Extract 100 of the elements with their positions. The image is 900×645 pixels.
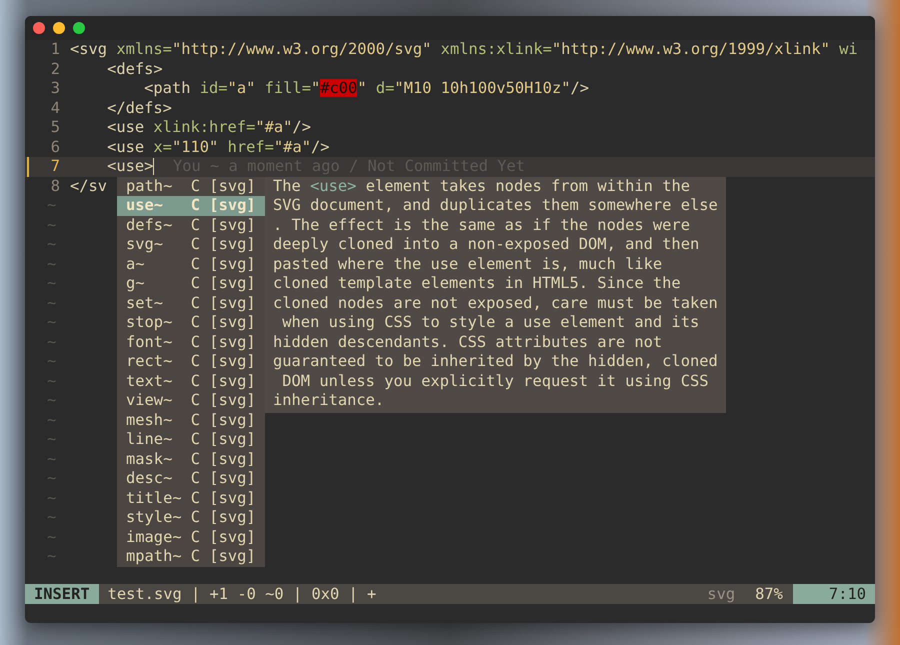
completion-item[interactable]: text~ C [svg] <box>117 372 265 391</box>
completion-word: mpath~ <box>126 547 183 566</box>
completion-word: stop~ <box>126 313 174 332</box>
completion-kind: C <box>190 488 202 508</box>
completion-source: [svg] <box>209 508 256 528</box>
completion-kind: C <box>190 528 202 547</box>
empty-line-marker: ~ <box>46 254 56 274</box>
completion-word: line~ <box>126 430 174 450</box>
completion-item[interactable]: g~ C [svg] <box>117 274 265 294</box>
completion-word: mesh~ <box>126 410 174 430</box>
completion-word: rect~ <box>126 352 174 372</box>
empty-line-marker: ~ <box>46 235 56 254</box>
completion-kind: C <box>190 332 202 352</box>
completion-item[interactable]: set~ C [svg] <box>117 294 265 313</box>
completion-word: title~ <box>126 488 183 508</box>
completion-word: text~ <box>126 372 174 391</box>
completion-word: path~ <box>126 176 174 196</box>
completion-kind: C <box>190 254 202 274</box>
line-number: 5 <box>50 118 61 138</box>
code-line: </sv <box>70 176 108 196</box>
completion-source: [svg] <box>209 235 256 254</box>
line-number: 2 <box>50 60 61 79</box>
completion-item[interactable]: font~ C [svg] <box>117 332 265 352</box>
mode-indicator: INSERT <box>25 584 99 604</box>
empty-line-marker: ~ <box>46 294 56 313</box>
window-close-button[interactable] <box>33 22 45 34</box>
completion-source: [svg] <box>209 391 256 410</box>
completion-item[interactable]: desc~ C [svg] <box>117 469 265 488</box>
empty-line-marker: ~ <box>46 391 56 410</box>
completion-item[interactable]: view~ C [svg] <box>117 391 265 410</box>
completion-source: [svg] <box>209 274 256 294</box>
completion-kind: C <box>190 450 202 469</box>
code-line: </defs> <box>106 98 172 118</box>
completion-word: desc~ <box>126 469 174 488</box>
completion-source: [svg] <box>209 196 256 216</box>
code-line: <path id="a" fill="#c00" d="M10 10h100v50H10z"/> <box>143 79 590 98</box>
completion-item[interactable]: mesh~ C [svg] <box>117 410 265 430</box>
completion-item[interactable]: line~ C [svg] <box>117 430 265 450</box>
completion-kind: C <box>190 508 202 528</box>
completion-source: [svg] <box>209 352 256 372</box>
completion-item[interactable]: style~ C [svg] <box>117 508 265 528</box>
completion-kind: C <box>190 469 202 488</box>
empty-line-marker: ~ <box>46 430 56 450</box>
completion-kind: C <box>190 274 202 294</box>
empty-line-marker: ~ <box>46 488 56 508</box>
empty-line-marker: ~ <box>46 332 56 352</box>
filetype-label: svg <box>707 584 736 604</box>
code-line: <svg xmlns="http://www.w3.org/2000/svg" xmlns:xlink="http://www.w3.org/1999/xlink" wi <box>70 40 858 60</box>
empty-line-marker: ~ <box>46 508 56 528</box>
cursor-position: 7:10 <box>792 584 875 604</box>
completion-kind: C <box>190 410 202 430</box>
completion-kind: C <box>190 196 202 216</box>
completion-source: [svg] <box>209 450 256 469</box>
completion-kind: C <box>190 352 202 372</box>
completion-source: [svg] <box>209 410 256 430</box>
completion-source: [svg] <box>209 469 256 488</box>
completion-word: svg~ <box>126 235 164 254</box>
completion-item[interactable]: image~ C [svg] <box>117 528 265 547</box>
completion-item[interactable]: a~ C [svg] <box>117 254 265 274</box>
line-number: 8 <box>50 176 61 196</box>
completion-kind: C <box>190 235 202 254</box>
completion-item[interactable]: mpath~ C [svg] <box>117 547 265 566</box>
completion-source: [svg] <box>209 313 256 332</box>
empty-line-marker: ~ <box>46 410 56 430</box>
completion-kind: C <box>190 313 202 332</box>
code-line: <defs> <box>106 60 163 79</box>
completion-source: [svg] <box>209 430 256 450</box>
line-number: 4 <box>50 98 61 118</box>
file-info: test.svg | +1 -0 ~0 | 0x0 | + <box>106 584 376 604</box>
window-minimize-button[interactable] <box>53 22 65 34</box>
empty-line-marker: ~ <box>46 274 56 294</box>
text-cursor <box>153 158 154 176</box>
completion-kind: C <box>190 547 202 566</box>
completion-item[interactable]: path~ C [svg] <box>117 176 265 196</box>
code-line: <use xlink:href="#a"/> <box>106 118 311 138</box>
completion-word: g~ <box>126 274 146 294</box>
completion-item[interactable]: svg~ C [svg] <box>117 235 265 254</box>
window-zoom-button[interactable] <box>73 22 85 34</box>
completion-item[interactable]: rect~ C [svg] <box>117 352 265 372</box>
line-number: 6 <box>50 138 61 157</box>
completion-item[interactable]: defs~ C [svg] <box>117 216 265 235</box>
completion-item[interactable]: title~ C [svg] <box>117 488 265 508</box>
completion-kind: C <box>190 216 202 235</box>
empty-line-marker: ~ <box>46 313 56 332</box>
completion-kind: C <box>190 391 202 410</box>
empty-line-marker: ~ <box>46 469 56 488</box>
empty-line-marker: ~ <box>46 216 56 235</box>
documentation-text: The <use> element takes nodes from within the SVG document, and duplicates them somewhere else . The effect is the same as if the nodes were deeply cloned into a non-exposed DOM, and then pasted where the use element is, much like cloned template elements in HTML5. Since the cloned nodes are not exposed, care must be taken when using CSS to style a use element and its hidden descendants. CSS attributes are not guaranteed to be inherited by the hidden, cloned DOM unless you explicitly request it using CSS inheritance. <box>273 176 719 410</box>
completion-item[interactable]: stop~ C [svg] <box>117 313 265 332</box>
completion-kind: C <box>190 294 202 313</box>
completion-source: [svg] <box>209 294 256 313</box>
completion-source: [svg] <box>209 176 256 196</box>
completion-source: [svg] <box>209 332 256 352</box>
completion-source: [svg] <box>209 488 256 508</box>
empty-line-marker: ~ <box>46 450 56 469</box>
completion-kind: C <box>190 176 202 196</box>
completion-item[interactable]: mask~ C [svg] <box>117 450 265 469</box>
completion-source: [svg] <box>209 372 256 391</box>
empty-line-marker: ~ <box>46 352 56 372</box>
completion-word: defs~ <box>126 216 174 235</box>
